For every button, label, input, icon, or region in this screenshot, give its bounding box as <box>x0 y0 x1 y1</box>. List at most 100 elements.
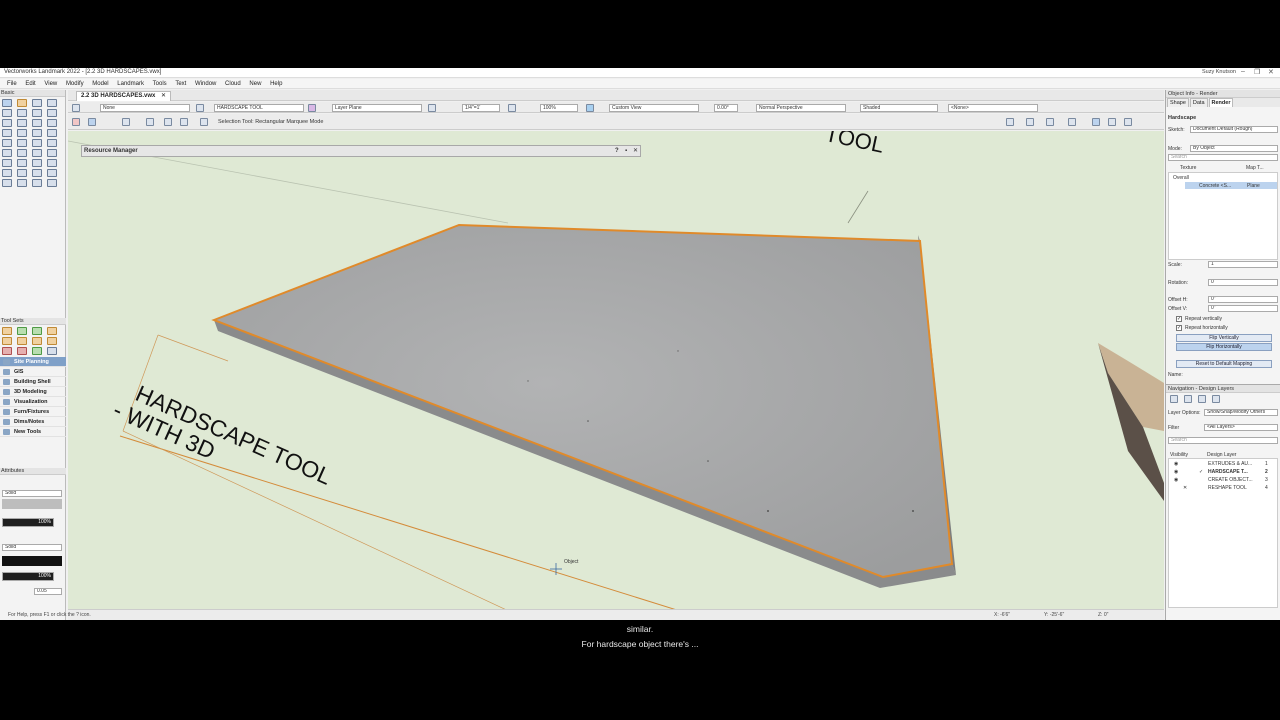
flip-horizontally-button[interactable]: Flip Horizontally <box>1176 343 1272 351</box>
parking-tool-icon[interactable] <box>47 337 57 345</box>
zoom-icon[interactable] <box>508 104 516 112</box>
texture-search-input[interactable]: Search <box>1168 154 1278 161</box>
offset-h-field[interactable]: 0" <box>1208 296 1278 303</box>
polyline-tool-icon[interactable] <box>2 139 12 147</box>
chamfer-tool-icon[interactable] <box>47 169 57 177</box>
contrast-icon[interactable] <box>1108 118 1116 126</box>
saved-view-dropdown[interactable]: <None> <box>948 104 1038 112</box>
tree-overall-item[interactable]: Overall <box>1173 175 1189 181</box>
tree-selected-row[interactable]: Concrete <S... Plane <box>1185 182 1277 189</box>
cloud-tool-icon[interactable] <box>32 179 42 187</box>
menu-view[interactable]: View <box>44 79 57 89</box>
irrigation-tool-icon[interactable] <box>32 347 42 355</box>
tab-data[interactable]: Data <box>1189 98 1208 107</box>
toolset-new-tools[interactable]: New Tools <box>0 427 66 437</box>
help-icon[interactable]: ? <box>615 146 619 156</box>
toolset-visualization[interactable]: Visualization <box>0 397 66 407</box>
spiral-tool-icon[interactable] <box>47 139 57 147</box>
menu-help[interactable]: Help <box>270 79 282 89</box>
polygon-mode-icon[interactable] <box>146 118 154 126</box>
dimension-tool-icon[interactable] <box>17 109 27 117</box>
lasso-mode-icon[interactable] <box>164 118 172 126</box>
pen-opacity-field[interactable]: 100% <box>2 572 54 581</box>
hardscape-tool-icon[interactable] <box>2 327 12 335</box>
menu-tools[interactable]: Tools <box>153 79 167 89</box>
layer-options-dropdown[interactable]: Show/Snap/Modify Others <box>1204 409 1278 416</box>
eyedropper-tool-icon[interactable] <box>2 149 12 157</box>
snap-icon-3[interactable] <box>1046 118 1054 126</box>
offset-tool-icon[interactable] <box>17 169 27 177</box>
tab-render[interactable]: Render <box>1208 98 1234 107</box>
fillet-tool-icon[interactable] <box>47 159 57 167</box>
plant-tool-icon[interactable] <box>17 327 27 335</box>
render-mode-dropdown[interactable]: Shaded <box>860 104 938 112</box>
double-line-tool-icon[interactable] <box>17 119 27 127</box>
texture-column-header[interactable]: Texture <box>1180 165 1196 171</box>
zoom-dropdown[interactable]: 100% <box>540 104 578 112</box>
toolset-site-planning[interactable]: Site Planning <box>0 357 66 367</box>
view-dropdown[interactable]: Custom View <box>609 104 699 112</box>
polygon-tool-icon[interactable] <box>17 139 27 147</box>
pen-color-swatch[interactable] <box>2 556 62 566</box>
rotation-field[interactable]: 0.00° <box>714 104 738 112</box>
close-window-button[interactable]: ✕ <box>1268 68 1274 76</box>
camera-icon[interactable] <box>1124 118 1132 126</box>
reshape-tool-icon[interactable] <box>2 169 12 177</box>
nav-views-icon[interactable] <box>1212 395 1220 403</box>
selection-tool-icon[interactable] <box>2 99 12 107</box>
selection-mode-icon[interactable] <box>72 118 80 126</box>
layer-icon[interactable] <box>196 104 204 112</box>
menu-edit[interactable]: Edit <box>25 79 35 89</box>
scale-icon[interactable] <box>428 104 436 112</box>
pen-style-dropdown[interactable]: Solid <box>2 544 62 551</box>
circle-tool-icon[interactable] <box>2 129 12 137</box>
connect-tool-icon[interactable] <box>32 159 42 167</box>
pad-tool-icon[interactable] <box>17 337 27 345</box>
nav-classes-icon[interactable] <box>1198 395 1206 403</box>
road-tool-icon[interactable] <box>32 337 42 345</box>
standard-view-icon[interactable] <box>586 104 594 112</box>
massing-tool-icon[interactable] <box>2 347 12 355</box>
fill-opacity-field[interactable]: 100% <box>2 518 54 527</box>
visibility-icon[interactable]: ✕ <box>1183 484 1187 492</box>
scale-field[interactable]: 1 <box>1208 261 1278 268</box>
toolset-3d-modeling[interactable]: 3D Modeling <box>0 387 66 397</box>
landscape-area-tool-icon[interactable] <box>32 327 42 335</box>
ellipse-tool-icon[interactable] <box>47 129 57 137</box>
rotate-mode-icon[interactable] <box>180 118 188 126</box>
grade-tool-icon[interactable] <box>2 337 12 345</box>
close-icon[interactable]: ✕ <box>633 146 638 156</box>
grid-icon[interactable] <box>1092 118 1100 126</box>
fill-color-swatch[interactable] <box>2 499 62 509</box>
scale-dropdown[interactable]: 1/4"=1' <box>462 104 500 112</box>
document-tab[interactable]: 2.2 3D HARDSCAPES.vwx ✕ <box>76 91 172 101</box>
reset-mapping-button[interactable]: Reset to Default Mapping <box>1176 360 1272 368</box>
map-column-header[interactable]: Map T... <box>1246 165 1264 171</box>
transform-mode-icon[interactable] <box>88 118 96 126</box>
arc-tool-icon[interactable] <box>17 129 27 137</box>
drawing-viewport[interactable]: HARDSCAPE TOOL - WITH 3D TOOL Object Res… <box>68 131 1164 609</box>
filter-dropdown[interactable]: <All Layers> <box>1204 424 1278 431</box>
rotate-tool-icon[interactable] <box>47 149 57 157</box>
user-name[interactable]: Suzy Knutson <box>1202 69 1236 75</box>
rectangle-tool-icon[interactable] <box>32 119 42 127</box>
layer-search-input[interactable]: Search <box>1168 437 1278 444</box>
locus-tool-icon[interactable] <box>47 109 57 117</box>
oval-tool-icon[interactable] <box>32 129 42 137</box>
menu-new[interactable]: New <box>249 79 261 89</box>
menu-text[interactable]: Text <box>175 79 186 89</box>
fill-style-dropdown[interactable]: Solid <box>2 490 62 497</box>
layer-row[interactable]: ◉ EXTRUDES & AU... 1 <box>1171 460 1280 468</box>
repeat-vertically-checkbox[interactable]: ✓ <box>1176 316 1182 322</box>
nav-layers-icon[interactable] <box>1184 395 1192 403</box>
freehand-tool-icon[interactable] <box>32 139 42 147</box>
menu-modify[interactable]: Modify <box>66 79 84 89</box>
menu-file[interactable]: File <box>7 79 17 89</box>
visibility-icon[interactable]: ◉ <box>1174 476 1178 484</box>
snap-icon-4[interactable] <box>1068 118 1076 126</box>
split-tool-icon[interactable] <box>17 159 27 167</box>
clip-tool-icon[interactable] <box>32 169 42 177</box>
sketch-dropdown[interactable]: Document Default (Rough) <box>1190 126 1278 133</box>
snap-icon-1[interactable] <box>1006 118 1014 126</box>
mode-dropdown[interactable]: By Object <box>1190 145 1278 152</box>
